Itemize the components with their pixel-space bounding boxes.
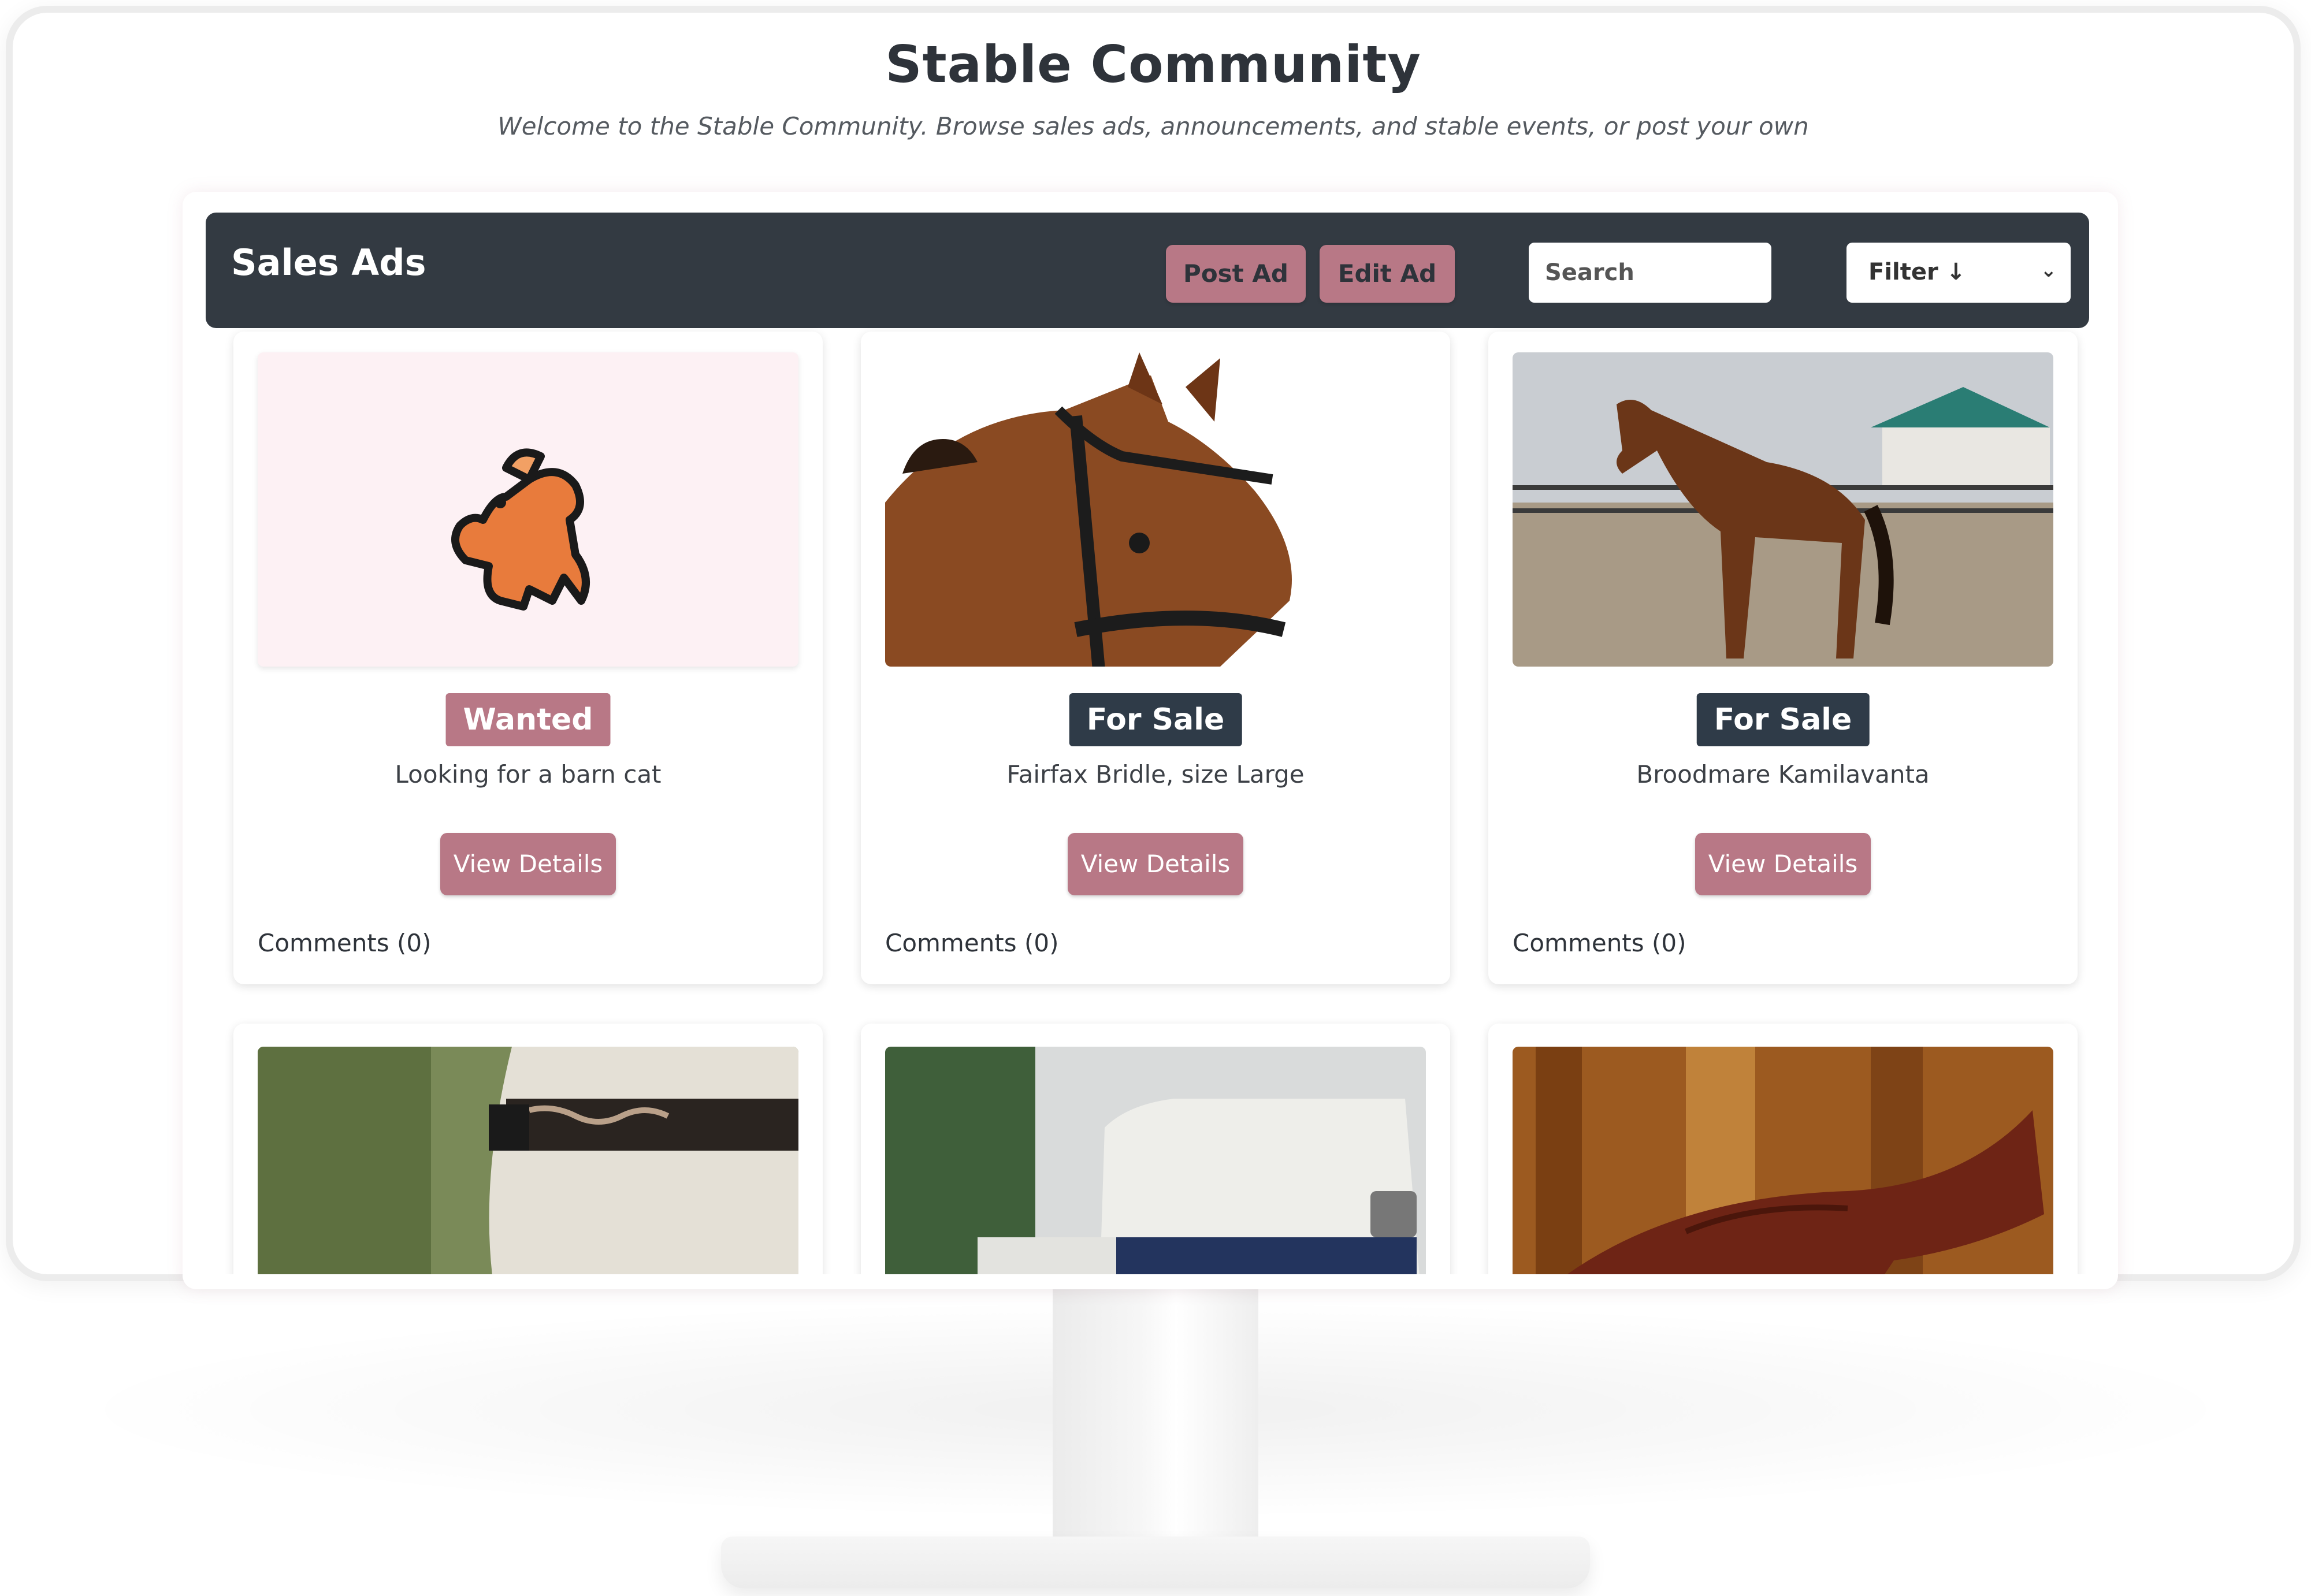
ad-image[interactable] [1513,1047,2053,1274]
monitor-stand-base [721,1537,1590,1588]
horse-trailer-photo [885,1047,1426,1274]
row2-clip [0,0,2311,1274]
ad-card [861,1024,1450,1274]
ad-card [233,1024,823,1274]
ad-image[interactable] [885,1047,1426,1274]
riding-belt-photo [258,1047,798,1274]
ad-image[interactable] [258,1047,798,1274]
saddle-photo [1513,1047,2053,1274]
monitor-stand-neck [1053,1281,1258,1558]
ad-card [1488,1024,2078,1274]
